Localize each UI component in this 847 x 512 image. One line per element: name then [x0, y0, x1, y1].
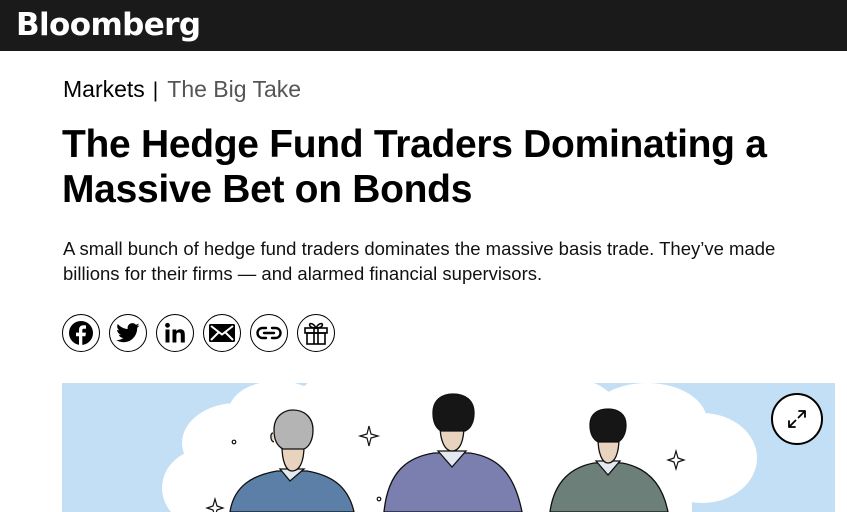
- breadcrumb-series-link[interactable]: The Big Take: [167, 76, 301, 102]
- facebook-icon: [69, 321, 93, 346]
- twitter-icon: [116, 323, 140, 343]
- copy-link-button[interactable]: [250, 314, 288, 352]
- breadcrumb: Markets | The Big Take: [63, 76, 301, 103]
- share-twitter-button[interactable]: [109, 314, 147, 352]
- hero-illustration: [62, 383, 835, 512]
- article-dek: A small bunch of hedge fund traders domi…: [63, 238, 776, 284]
- share-email-button[interactable]: [203, 314, 241, 352]
- top-bar: Bloomberg: [0, 0, 847, 51]
- share-facebook-button[interactable]: [62, 314, 100, 352]
- breadcrumb-separator: |: [152, 79, 159, 102]
- email-icon: [209, 324, 235, 342]
- share-bar: [62, 314, 344, 352]
- bloomberg-logo[interactable]: Bloomberg: [16, 7, 201, 43]
- expand-image-button[interactable]: [771, 393, 823, 445]
- article-headline: The Hedge Fund Traders Dominating a Mass…: [62, 123, 767, 211]
- breadcrumb-section-link[interactable]: Markets: [63, 76, 145, 102]
- gift-icon: [304, 322, 328, 345]
- linkedin-icon: [165, 322, 185, 343]
- gift-article-button[interactable]: [297, 314, 335, 352]
- share-linkedin-button[interactable]: [156, 314, 194, 352]
- expand-icon: [788, 410, 806, 428]
- link-icon: [256, 326, 282, 340]
- hedge-fund-traders-illustration: [62, 383, 835, 512]
